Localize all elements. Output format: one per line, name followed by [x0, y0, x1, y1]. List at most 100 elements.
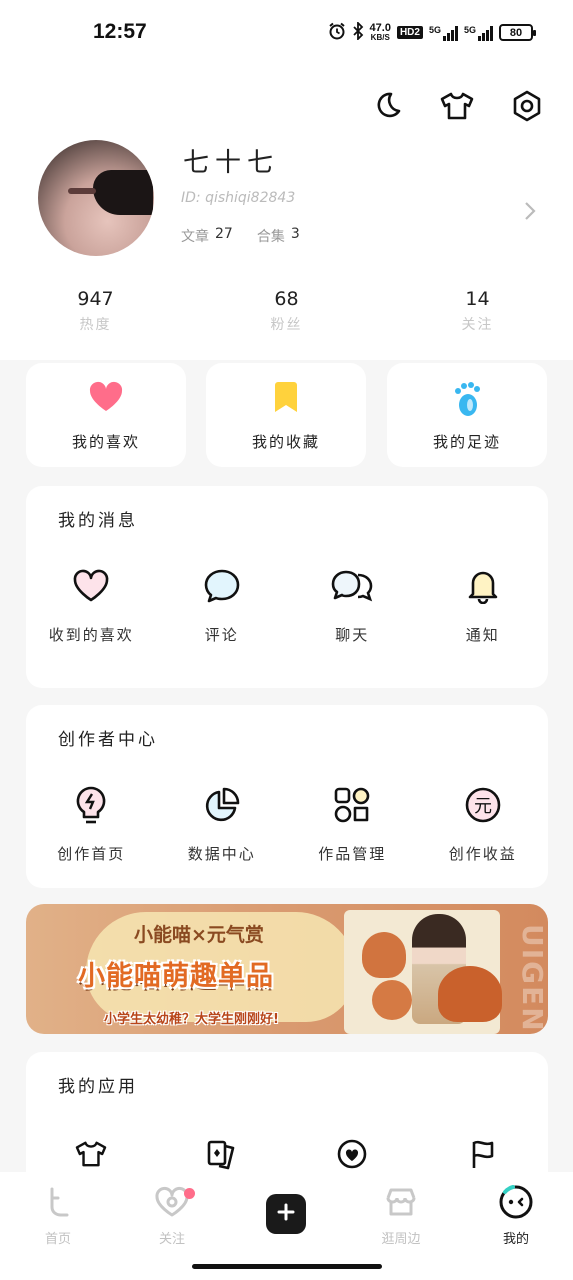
section-title: 我的消息: [58, 511, 138, 531]
stat-heat[interactable]: 947 热度: [0, 288, 191, 334]
stat-following[interactable]: 14 关注: [382, 288, 573, 334]
tshirt-icon[interactable]: [439, 88, 475, 124]
svg-text:元: 元: [474, 796, 492, 817]
app-item-flag[interactable]: [418, 1136, 549, 1176]
home-icon: [44, 1186, 72, 1222]
battery-indicator: 80: [499, 24, 536, 41]
notification-dot: [184, 1188, 195, 1199]
section-title: 我的应用: [58, 1077, 138, 1097]
nav-label: 逛周边: [381, 1232, 421, 1247]
signal-1-label: 5G: [428, 24, 441, 35]
status-bar: 12:57 47.0 KB/S HD2 5G 5G 80: [0, 0, 573, 70]
moon-icon[interactable]: [369, 88, 405, 124]
stat-value: 14: [465, 288, 490, 310]
creator-item-label: 数据中心: [187, 845, 256, 863]
alarm-icon: [328, 22, 346, 43]
nav-shop[interactable]: 逛周边: [361, 1186, 441, 1247]
promo-banner[interactable]: 小能喵×元气赏 小能喵萌趣单品 小学生太幼稚？大学生刚刚好! UIGEN: [26, 904, 548, 1034]
status-icons: 47.0 KB/S HD2 5G 5G 80: [328, 20, 536, 43]
msg-item-label: 通知: [465, 626, 500, 644]
me-icon: [498, 1184, 534, 1224]
app-item-badge[interactable]: [287, 1136, 418, 1176]
stat-label: 粉丝: [270, 317, 303, 333]
status-time: 12:57: [93, 20, 147, 43]
creator-item-label: 创作收益: [448, 845, 517, 863]
msg-item-comments[interactable]: 评论: [157, 568, 288, 645]
creator-item-label: 创作首页: [57, 845, 126, 863]
creator-item-data[interactable]: 数据中心: [157, 787, 288, 864]
publish-button[interactable]: [266, 1194, 306, 1234]
chat-icon: [330, 569, 374, 607]
banner-main-text: 小能喵萌趣单品: [78, 961, 274, 992]
nav-label: 首页: [44, 1232, 71, 1247]
nav-home[interactable]: 首页: [18, 1186, 98, 1247]
plus-icon: [276, 1202, 296, 1226]
msg-item-chat[interactable]: 聊天: [287, 568, 418, 645]
banner-plush: [438, 966, 502, 1022]
banner-plush: [372, 980, 412, 1020]
msg-item-likes[interactable]: 收到的喜欢: [26, 568, 157, 645]
messages-card: 我的消息 收到的喜欢 评论 聊天 通知: [26, 486, 548, 688]
banner-plush: [362, 932, 406, 978]
cards-icon: [206, 1138, 238, 1174]
stat-label: 热度: [79, 317, 112, 333]
signal-2-label: 5G: [463, 24, 476, 35]
hd-badge: HD2: [396, 26, 423, 39]
footprint-icon: [452, 381, 482, 417]
collections-count: 3: [290, 226, 300, 242]
signal-1: 5G: [429, 25, 458, 41]
heart-icon: [88, 381, 124, 417]
chevron-right-icon[interactable]: [523, 200, 537, 226]
creator-card: 创作者中心 创作首页 数据中心 作品管理 元 创作收益: [26, 705, 548, 888]
net-speed-unit: KB/S: [370, 32, 390, 42]
badge-icon: [336, 1138, 368, 1174]
nav-me[interactable]: 我的: [476, 1184, 556, 1247]
banner-top-text: 小能喵×元气赏: [134, 924, 264, 946]
quick-link-likes[interactable]: 我的喜欢: [26, 363, 186, 467]
quick-link-label: 我的喜欢: [71, 433, 140, 451]
yuan-icon: 元: [464, 786, 502, 828]
quick-link-favorites[interactable]: 我的收藏: [206, 363, 366, 467]
apps-grid: [26, 1136, 548, 1176]
stat-value: 947: [77, 288, 114, 310]
stat-fans[interactable]: 68 粉丝: [191, 288, 382, 334]
username: 七十七: [183, 148, 280, 178]
net-speed-value: 47.0: [369, 21, 391, 34]
quick-link-label: 我的收藏: [251, 433, 320, 451]
banner-sub-text: 小学生太幼稚？大学生刚刚好!: [104, 1012, 279, 1027]
app-item-outfit[interactable]: [26, 1136, 157, 1176]
nav-label: 关注: [158, 1232, 185, 1247]
heart-outline-icon: [72, 569, 110, 607]
user-counts: 文章 27 合集 3: [181, 226, 318, 246]
section-title: 创作者中心: [58, 730, 158, 750]
bulb-icon: [74, 785, 108, 829]
bookmark-icon: [272, 381, 300, 417]
nav-follow[interactable]: 关注: [132, 1186, 212, 1247]
comment-icon: [203, 568, 241, 608]
pie-chart-icon: [203, 786, 241, 828]
collections-label: 合集: [256, 229, 285, 245]
bottom-nav: 首页 关注 逛周边 我的: [0, 1172, 573, 1280]
msg-item-label: 收到的喜欢: [48, 626, 134, 644]
creator-grid: 创作首页 数据中心 作品管理 元 创作收益: [26, 785, 549, 864]
creator-item-works[interactable]: 作品管理: [287, 787, 418, 864]
avatar[interactable]: [38, 140, 154, 256]
tshirt-icon: [74, 1140, 108, 1172]
signal-2: 5G: [464, 25, 493, 41]
quick-link-history[interactable]: 我的足迹: [387, 363, 547, 467]
msg-item-label: 聊天: [335, 626, 370, 644]
articles-label: 文章: [181, 229, 209, 245]
creator-item-home[interactable]: 创作首页: [26, 785, 157, 864]
articles-count: 27: [215, 226, 233, 242]
flag-icon: [469, 1138, 497, 1174]
creator-item-earnings[interactable]: 元 创作收益: [418, 787, 549, 864]
messages-grid: 收到的喜欢 评论 聊天 通知: [26, 568, 548, 645]
shapes-icon: [333, 786, 371, 828]
app-item-cards[interactable]: [157, 1136, 288, 1176]
msg-item-notifications[interactable]: 通知: [418, 568, 549, 645]
settings-icon[interactable]: [509, 88, 545, 124]
banner-side-text: UIGEN: [516, 924, 548, 1033]
net-speed: 47.0 KB/S: [369, 21, 391, 43]
shop-icon: [384, 1186, 418, 1222]
user-id: ID: qishiqi82843: [181, 190, 296, 206]
